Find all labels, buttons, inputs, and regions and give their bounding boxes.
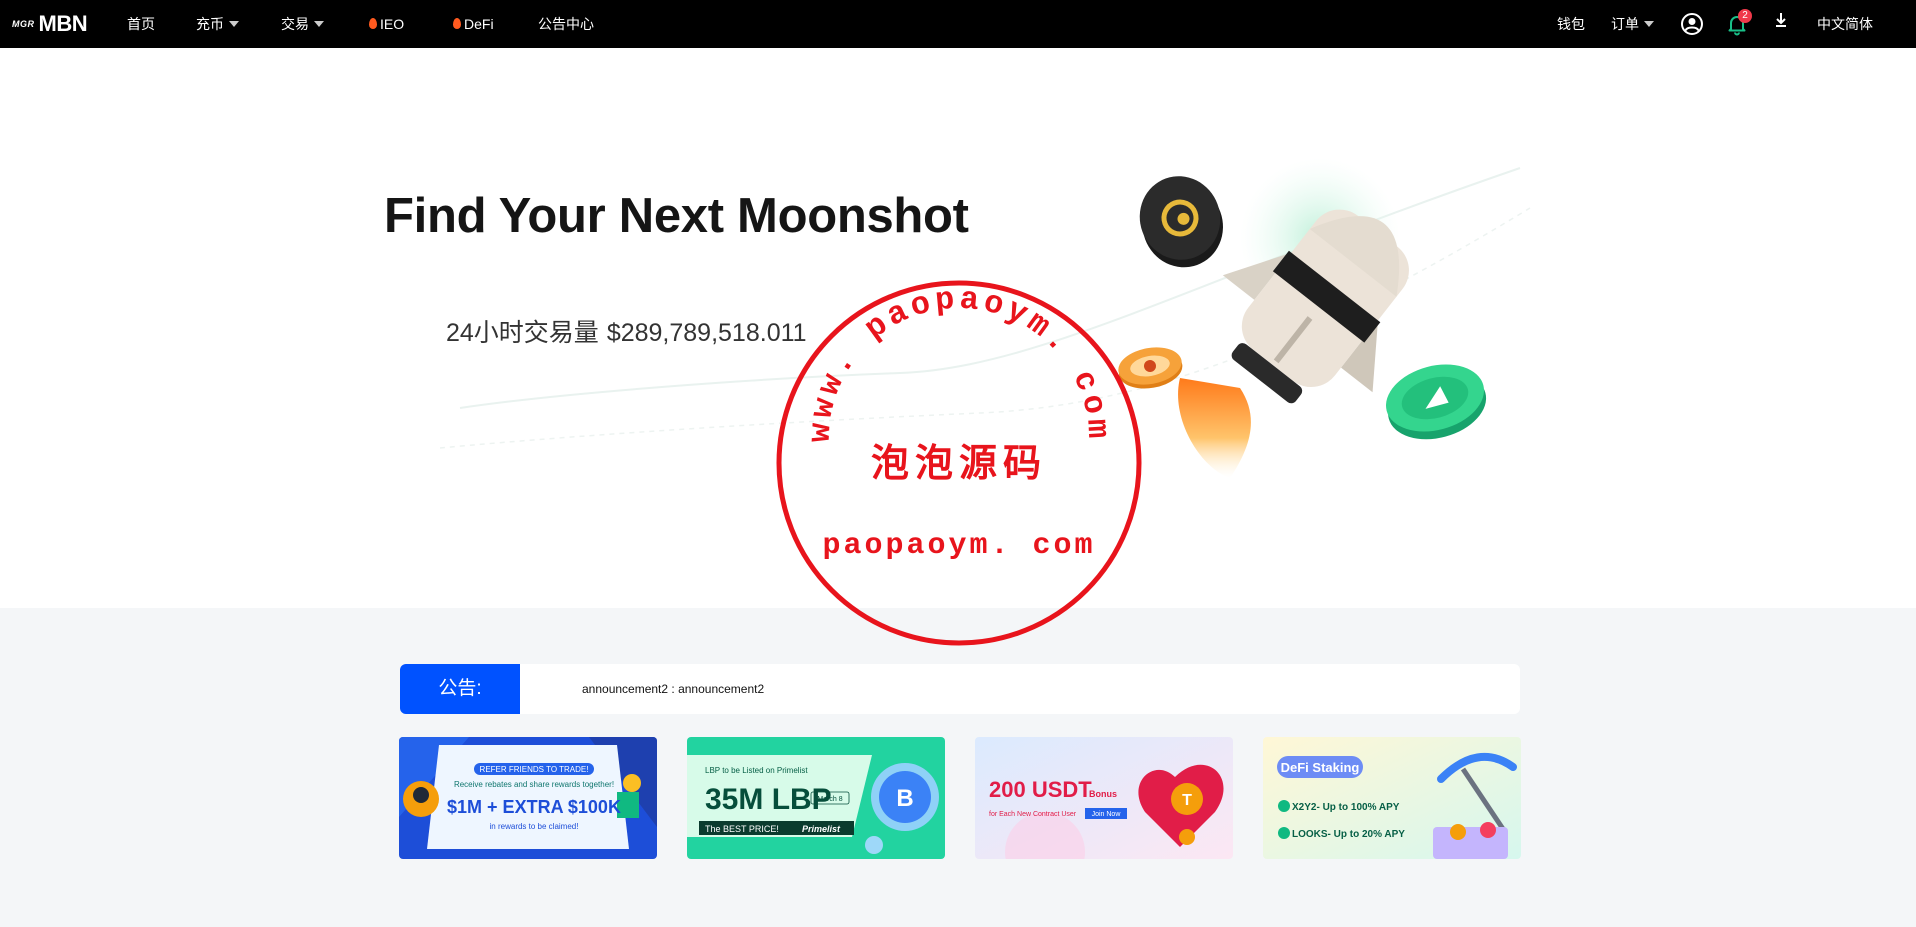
caret-down-icon [229, 21, 239, 28]
nav-trade[interactable]: 交易 [281, 0, 324, 48]
rocket-illustration [1118, 158, 1487, 478]
nav-ieo-label: IEO [380, 16, 405, 32]
content-section [0, 608, 1916, 927]
nav-announcements[interactable]: 公告中心 [538, 0, 594, 48]
watermark-center-text: 泡泡源码 [871, 440, 1047, 485]
download-icon[interactable] [1771, 10, 1795, 34]
banner-usdt-line3: for Each New Contract User [989, 811, 1077, 818]
watermark-stamp: www. paopaoym. com 泡泡源码 paopaoym. com [776, 280, 1142, 646]
banner-referral-art: REFER FRIENDS TO TRADE! Receive rebates … [399, 737, 657, 859]
banner-usdt-line2: Bonus [1089, 789, 1117, 799]
volume-label: 24小时交易量 [446, 319, 599, 347]
svg-text:T: T [1182, 792, 1192, 809]
nav-orders-label: 订单 [1611, 16, 1639, 32]
nav-deposit-label: 充币 [196, 16, 224, 32]
banner-referral-line2: Receive rebates and share rewards togeth… [454, 780, 614, 789]
logo-small-text: MGR [12, 19, 35, 29]
banner-defi-staking[interactable]: DeFi Staking X2Y2- Up to 100% APY LOOKS-… [1263, 737, 1521, 859]
banner-usdt-line4: Join Now [1092, 811, 1122, 818]
user-icon[interactable] [1680, 12, 1704, 36]
banner-usdt-line1: 200 USDT [989, 777, 1092, 802]
nav-wallet[interactable]: 钱包 [1557, 0, 1585, 48]
nav-home-label: 首页 [127, 16, 155, 32]
banner-usdt-bonus-art: T 200 USDT Bonus for Each New Contract U… [975, 737, 1233, 859]
banner-lbp-art: B LBP to be Listed on Primelist 35M LBP … [687, 737, 945, 859]
top-navbar: MGR MBN 首页 充币 交易 IEO DeFi 公告中心 钱包 订单 2 中… [0, 0, 1916, 48]
fire-icon [453, 17, 461, 29]
nav-announcements-label: 公告中心 [538, 16, 594, 32]
banner-referral-line3: $1M + EXTRA $100K [447, 797, 621, 817]
nav-home[interactable]: 首页 [127, 0, 155, 48]
banner-referral-line4: in rewards to be claimed! [490, 822, 579, 831]
fire-icon [369, 17, 377, 29]
logo-text: MBN [38, 11, 88, 36]
banner-lbp-line4: The BEST PRICE! [705, 824, 779, 834]
banner-defi-staking-art: DeFi Staking X2Y2- Up to 100% APY LOOKS-… [1263, 737, 1521, 859]
banner-referral[interactable]: REFER FRIENDS TO TRADE! Receive rebates … [399, 737, 657, 859]
banner-defi-line1: DeFi Staking [1281, 760, 1360, 775]
announcement-bar[interactable]: 公告: announcement2 : announcement2 [400, 664, 1520, 714]
banner-referral-line1: REFER FRIENDS TO TRADE! [480, 765, 589, 774]
nav-deposit[interactable]: 充币 [196, 0, 239, 48]
watermark-bottom-text: paopaoym. com [822, 529, 1095, 563]
nav-wallet-label: 钱包 [1557, 16, 1585, 32]
banner-usdt-bonus[interactable]: T 200 USDT Bonus for Each New Contract U… [975, 737, 1233, 859]
banner-lbp-line5: Primelist [802, 824, 841, 834]
nav-defi-label: DeFi [464, 16, 494, 32]
hero-title: Find Your Next Moonshot [384, 189, 969, 243]
banner-lbp-line2: 35M LBP [705, 783, 832, 816]
nav-trade-label: 交易 [281, 16, 309, 32]
notification-badge: 2 [1738, 9, 1752, 23]
nav-orders[interactable]: 订单 [1611, 0, 1654, 48]
watermark-arc-text: www. paopaoym. com [802, 281, 1117, 444]
nav-ieo[interactable]: IEO [369, 0, 404, 48]
banner-lbp-line3: March 8 [817, 796, 842, 803]
caret-down-icon [314, 21, 324, 28]
banner-defi-line2: X2Y2- Up to 100% APY [1292, 802, 1400, 813]
nav-defi[interactable]: DeFi [453, 0, 494, 48]
banner-lbp[interactable]: B LBP to be Listed on Primelist 35M LBP … [687, 737, 945, 859]
logo[interactable]: MGR MBN [12, 10, 88, 38]
svg-text:B: B [896, 785, 913, 812]
announcement-text[interactable]: announcement2 : announcement2 [582, 664, 764, 714]
language-selector[interactable]: 中文简体 [1817, 0, 1873, 48]
banner-defi-line3: LOOKS- Up to 20% APY [1292, 829, 1405, 840]
announcement-label: 公告: [400, 664, 520, 714]
caret-down-icon [1644, 21, 1654, 28]
banner-lbp-line1: LBP to be Listed on Primelist [705, 766, 808, 775]
hero-volume: 24小时交易量 $289,789,518.011 [446, 313, 807, 349]
language-label: 中文简体 [1817, 16, 1873, 32]
